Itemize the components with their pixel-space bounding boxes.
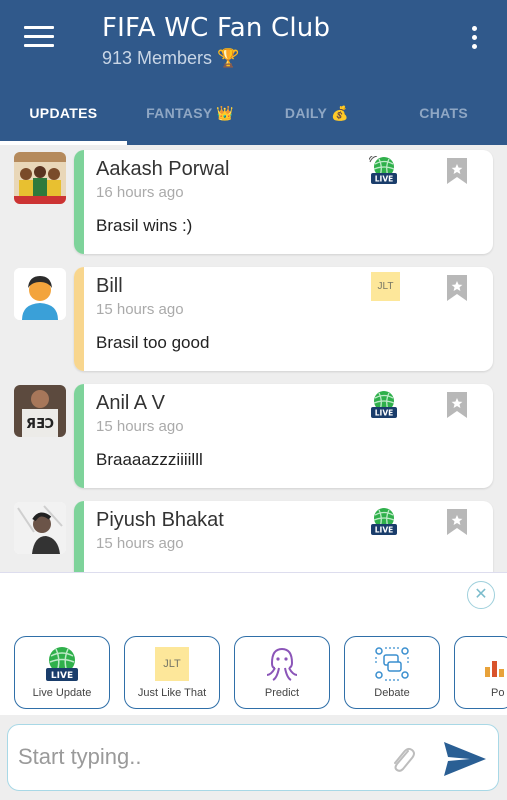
message-input[interactable] bbox=[18, 737, 378, 777]
tab-chats[interactable]: CHATS bbox=[380, 95, 507, 145]
category-bar bbox=[74, 384, 84, 488]
action-label: Live Update bbox=[32, 687, 92, 699]
action-label: Predict bbox=[264, 687, 300, 699]
more-options-icon[interactable] bbox=[466, 26, 482, 54]
app-header: FIFA WC Fan Club 913 Members 🏆 UPDATES F… bbox=[0, 0, 507, 145]
post-item: Piyush Bhakat 15 hours ago LIVE bbox=[0, 501, 507, 572]
poll-button[interactable]: Po bbox=[454, 636, 507, 709]
attachment-icon[interactable] bbox=[388, 743, 416, 775]
post-time: 15 hours ago bbox=[96, 301, 184, 318]
just-like-that-button[interactable]: JLT Just Like That bbox=[124, 636, 220, 709]
live-icon: LIVE bbox=[369, 156, 397, 184]
post-item: Bill 15 hours ago Brasil too good JLT bbox=[0, 267, 507, 371]
action-label: Debate bbox=[374, 687, 410, 699]
jlt-icon: JLT bbox=[155, 647, 189, 681]
action-label: Just Like That bbox=[137, 687, 207, 699]
debate-icon bbox=[375, 647, 409, 681]
category-bar bbox=[74, 267, 84, 371]
hamburger-menu-icon[interactable] bbox=[24, 26, 54, 52]
live-icon: LIVE bbox=[371, 508, 397, 535]
octopus-icon bbox=[266, 647, 298, 681]
bookmark-icon[interactable] bbox=[446, 508, 468, 536]
post-message: Brasil too good bbox=[96, 333, 210, 352]
predict-button[interactable]: Predict bbox=[234, 636, 330, 709]
compose-bar bbox=[0, 715, 507, 800]
post-author[interactable]: Bill bbox=[96, 275, 123, 298]
message-input-wrapper bbox=[7, 724, 499, 791]
close-icon[interactable]: ✕ bbox=[467, 581, 495, 609]
updates-feed[interactable]: Aakash Porwal 16 hours ago Brasil wins :… bbox=[0, 145, 507, 572]
live-icon: LIVE bbox=[46, 647, 78, 681]
poll-icon bbox=[485, 661, 504, 677]
post-author[interactable]: Aakash Porwal bbox=[96, 158, 229, 181]
post-message: Brasil wins :) bbox=[96, 216, 193, 235]
jlt-icon: JLT bbox=[371, 272, 400, 301]
post-card[interactable]: Aakash Porwal 16 hours ago Brasil wins :… bbox=[74, 150, 493, 254]
tab-bar: UPDATES FANTASY 👑 DAILY 💰 CHATS bbox=[0, 95, 507, 145]
bookmark-icon[interactable] bbox=[446, 157, 468, 185]
action-label: Po bbox=[491, 687, 505, 699]
avatar[interactable] bbox=[14, 152, 66, 204]
live-badge-text: LIVE bbox=[375, 409, 394, 418]
avatar[interactable] bbox=[14, 502, 66, 554]
avatar[interactable]: ЯƎϽ bbox=[14, 385, 66, 437]
category-bar bbox=[74, 150, 84, 254]
avatar[interactable] bbox=[14, 268, 66, 320]
send-icon[interactable] bbox=[442, 740, 488, 778]
live-update-button[interactable]: LIVE Live Update bbox=[14, 636, 110, 709]
category-bar bbox=[74, 501, 84, 572]
post-time: 15 hours ago bbox=[96, 418, 184, 435]
live-badge-text: LIVE bbox=[375, 175, 394, 184]
tab-daily[interactable]: DAILY 💰 bbox=[254, 95, 381, 145]
post-item: Aakash Porwal 16 hours ago Brasil wins :… bbox=[0, 150, 507, 254]
post-type-panel: ✕ LIVE Live Update JLT Just Like That Pr… bbox=[0, 572, 507, 715]
post-item: ЯƎϽ Anil A V 15 hours ago Braaaazzziiiil… bbox=[0, 384, 507, 488]
group-title[interactable]: FIFA WC Fan Club bbox=[102, 13, 330, 43]
post-message: Braaaazzziiiilll bbox=[96, 450, 203, 469]
post-card[interactable]: Piyush Bhakat 15 hours ago LIVE bbox=[74, 501, 493, 572]
post-author[interactable]: Piyush Bhakat bbox=[96, 509, 224, 532]
live-badge-text: LIVE bbox=[51, 671, 73, 681]
debate-button[interactable]: Debate bbox=[344, 636, 440, 709]
tab-fantasy[interactable]: FANTASY 👑 bbox=[127, 95, 254, 145]
post-author[interactable]: Anil A V bbox=[96, 392, 165, 415]
live-badge-text: LIVE bbox=[375, 526, 394, 535]
live-icon: LIVE bbox=[371, 391, 397, 418]
post-time: 16 hours ago bbox=[96, 184, 184, 201]
post-card[interactable]: Anil A V 15 hours ago Braaaazzziiiilll L… bbox=[74, 384, 493, 488]
bookmark-icon[interactable] bbox=[446, 274, 468, 302]
post-time: 15 hours ago bbox=[96, 535, 184, 552]
members-count[interactable]: 913 Members 🏆 bbox=[102, 48, 239, 69]
post-card[interactable]: Bill 15 hours ago Brasil too good JLT bbox=[74, 267, 493, 371]
svg-text:ЯƎϽ: ЯƎϽ bbox=[26, 417, 54, 432]
tab-updates[interactable]: UPDATES bbox=[0, 95, 127, 145]
bookmark-icon[interactable] bbox=[446, 391, 468, 419]
